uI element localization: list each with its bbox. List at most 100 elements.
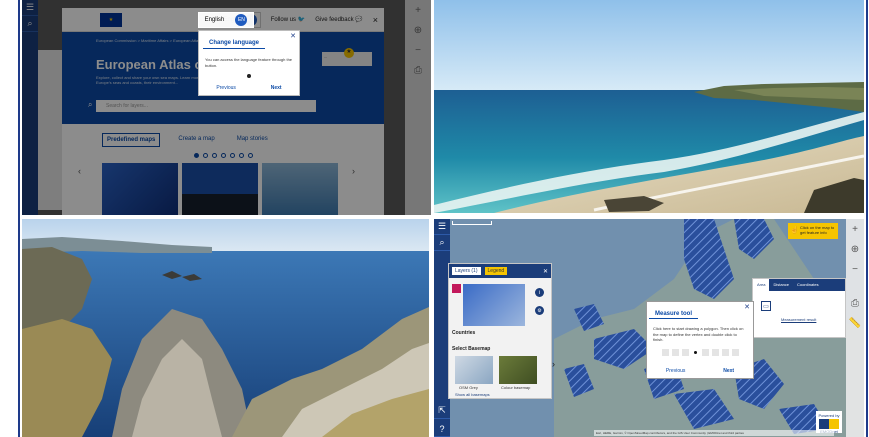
- tour-previous-button[interactable]: Previous: [666, 368, 685, 374]
- tab-predefined-maps[interactable]: Predefined maps: [102, 133, 161, 147]
- tour-step: [661, 348, 669, 356]
- chevron-left-icon[interactable]: ‹: [78, 166, 81, 176]
- basemap-option[interactable]: [455, 356, 493, 384]
- print-icon[interactable]: ⎙: [405, 60, 431, 80]
- print-icon[interactable]: ⎙: [846, 293, 864, 313]
- chat-icon: 💬: [355, 17, 363, 23]
- star-icon: ★: [344, 48, 354, 58]
- highlight-language-badge: EN: [235, 14, 248, 26]
- emodnet-logo: [819, 419, 839, 429]
- scale-bar: [452, 221, 492, 225]
- carousel-dot[interactable]: [238, 153, 244, 158]
- tour-next-button[interactable]: Next: [271, 85, 282, 91]
- measure-tour-popup: Measure tool ✕ Click here to start drawi…: [646, 301, 754, 379]
- left-toolbar: ☰ ⌕: [22, 0, 38, 215]
- menu-icon[interactable]: ☰: [434, 219, 450, 235]
- eu-flag-logo: ★: [100, 12, 122, 27]
- close-icon[interactable]: ✕: [543, 268, 548, 275]
- tour-step: [711, 348, 719, 356]
- carousel-dot[interactable]: [229, 153, 235, 158]
- info-icon[interactable]: i: [535, 288, 544, 297]
- tour-step: [671, 348, 679, 356]
- zoom-out-icon[interactable]: −: [846, 259, 864, 279]
- measurement-result: Measurement result: [781, 317, 817, 322]
- tab-map-stories[interactable]: Map stories: [233, 133, 272, 147]
- zoom-out-icon[interactable]: −: [405, 40, 431, 60]
- tour-next-button[interactable]: Next: [723, 368, 734, 374]
- zoom-in-icon[interactable]: +: [405, 0, 431, 20]
- map-attribution: Esri, HERE, Garmin, © OpenStreetMap cont…: [594, 430, 834, 436]
- map-viewer-panel: ☰ ⌕ ⇱ ? Layers (1) Legend ✕ i ⚙ Countrie…: [434, 219, 864, 437]
- tour-title: Change language: [203, 35, 266, 49]
- close-icon[interactable]: ×: [373, 15, 378, 25]
- layers-panel-header: Layers (1) Legend ✕: [449, 264, 551, 278]
- basemap-label: Colour basemap: [501, 385, 531, 390]
- layer-thumbnail[interactable]: [463, 284, 525, 326]
- twitter-icon: 🐦: [297, 17, 306, 23]
- draw-polygon-icon[interactable]: ▭: [761, 301, 771, 311]
- right-toolbar: + ⊕ − ⎙ 📏: [846, 219, 864, 437]
- feedback-label: Give feedback: [315, 17, 354, 23]
- chevron-right-icon[interactable]: ›: [352, 166, 355, 176]
- show-all-basemaps-link[interactable]: Show all basemaps: [455, 392, 490, 397]
- cliffs-photo-image: [22, 219, 429, 437]
- search-icon[interactable]: ⌕: [22, 16, 38, 32]
- layer-icon: [452, 284, 461, 293]
- basemap-title: Select Basemap: [452, 346, 491, 352]
- locate-icon[interactable]: ⊕: [405, 20, 431, 40]
- tab-distance[interactable]: Distance: [769, 279, 793, 291]
- tour-step-dot: [247, 74, 251, 79]
- frame-left: [18, 0, 20, 437]
- layers-panel: Layers (1) Legend ✕ i ⚙ Countries Select…: [448, 263, 552, 399]
- language-highlight[interactable]: English EN: [198, 12, 254, 28]
- basemap-label: OSM Grey: [459, 385, 478, 390]
- tour-text: You can access the language feature thro…: [205, 57, 293, 68]
- chevron-right-icon[interactable]: ›: [552, 359, 555, 369]
- close-icon[interactable]: ✕: [744, 303, 750, 311]
- settings-icon[interactable]: ⚙: [535, 306, 544, 315]
- frame-right: [866, 0, 868, 437]
- tab-area[interactable]: Area: [753, 279, 770, 291]
- beach-photo: [434, 0, 864, 213]
- tour-steps: [647, 348, 753, 356]
- tour-popup: Change language ✕ You can access the lan…: [198, 30, 300, 96]
- search-input[interactable]: Search for layers...: [96, 100, 316, 112]
- search-icon[interactable]: ⌕: [434, 235, 450, 251]
- menu-icon[interactable]: ☰: [22, 0, 38, 16]
- help-icon[interactable]: ?: [434, 421, 450, 437]
- map-thumbnail[interactable]: [182, 163, 258, 215]
- map-thumbnails: [62, 158, 384, 215]
- tab-layers[interactable]: Layers (1): [452, 267, 481, 275]
- measure-icon[interactable]: 📏: [846, 313, 864, 333]
- carousel-dot[interactable]: [202, 153, 208, 158]
- tab-coordinates[interactable]: Coordinates: [793, 279, 823, 291]
- feedback-link[interactable]: Give feedback 💬: [315, 16, 363, 23]
- tab-create-map[interactable]: Create a map: [174, 133, 218, 147]
- locate-icon[interactable]: ⊕: [846, 239, 864, 259]
- cliffs-photo: [22, 219, 429, 437]
- tour-step: [681, 348, 689, 356]
- tour-step: [721, 348, 729, 356]
- follow-us-label: Follow us: [270, 17, 297, 23]
- carousel-dot[interactable]: [193, 153, 199, 158]
- tour-previous-button[interactable]: Previous: [216, 85, 235, 91]
- map-tabs: Predefined maps Create a map Map stories: [62, 124, 384, 147]
- follow-us-link[interactable]: Follow us 🐦: [271, 16, 306, 23]
- carousel-dot[interactable]: [220, 153, 226, 158]
- carousel-dot[interactable]: [211, 153, 217, 158]
- pointer-icon: ☝: [790, 227, 799, 234]
- tour-step-current: [691, 348, 699, 356]
- close-icon[interactable]: ✕: [290, 32, 296, 40]
- tour-title: Measure tool: [649, 307, 699, 319]
- carousel-dot[interactable]: [247, 153, 253, 158]
- tour-step: [731, 348, 739, 356]
- tab-legend[interactable]: Legend: [484, 267, 508, 275]
- map-thumbnail[interactable]: [262, 163, 338, 215]
- share-icon[interactable]: ⇱: [434, 403, 450, 419]
- feature-info-hint: ☝ Click on the map to get feature info: [788, 223, 838, 239]
- layer-name: Countries: [452, 330, 476, 336]
- powered-by-label: Powered by: [818, 413, 840, 418]
- zoom-in-icon[interactable]: +: [846, 219, 864, 239]
- basemap-option[interactable]: [499, 356, 537, 384]
- map-thumbnail[interactable]: [102, 163, 178, 215]
